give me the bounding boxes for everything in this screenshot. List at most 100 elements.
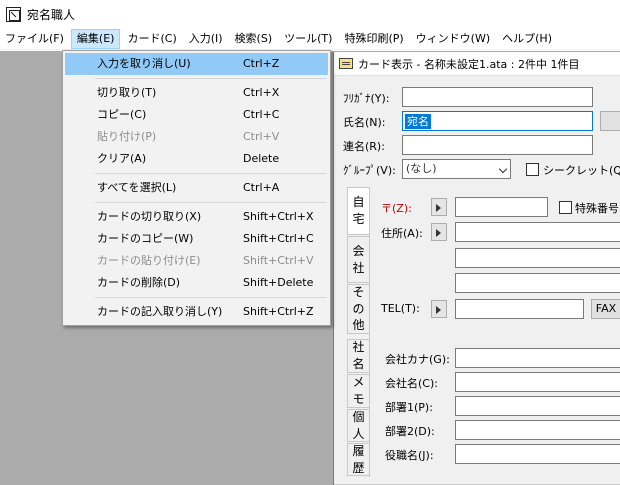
tab-other-char-2: の: [352, 301, 365, 316]
tab-home-char-1: 自: [352, 195, 365, 210]
menu-tools[interactable]: ツール(T): [279, 29, 337, 49]
tab-history-char-1: 履: [352, 443, 365, 458]
menu-item-select-all-shortcut: Ctrl+A: [243, 181, 280, 194]
tab-company-char-1: 会: [352, 243, 365, 258]
tab-other[interactable]: そ の 他: [347, 284, 369, 334]
menu-item-card-paste[interactable]: カードの貼り付け(E) Shift+Ctrl+V: [65, 250, 328, 272]
menu-separator: [95, 78, 326, 79]
menu-window[interactable]: ウィンドウ(W): [411, 29, 495, 49]
tab-memo-char-2: モ: [352, 392, 365, 406]
company-name-input[interactable]: [455, 372, 620, 392]
postal-arrow-button[interactable]: [431, 198, 447, 216]
menu-item-select-all-label: すべてを選択(L): [97, 181, 177, 194]
menu-item-paste[interactable]: 貼り付け(P) Ctrl+V: [65, 126, 328, 148]
menu-item-undo-label: 入力を取り消し(U): [97, 57, 191, 70]
menu-item-undo[interactable]: 入力を取り消し(U) Ctrl+Z: [65, 53, 328, 75]
tab-panel-divider: [369, 187, 370, 477]
joint-name-label: 連名(R):: [343, 140, 385, 153]
tel-arrow-button[interactable]: [431, 300, 447, 318]
card-window-title: カード表示 - 名称未設定1.ata : 2件中 1件目: [358, 57, 580, 71]
special-number-label: 特殊番号: [575, 202, 619, 215]
tab-company-char-2: 社: [352, 260, 365, 275]
tab-home[interactable]: 自 宅: [347, 187, 369, 235]
menu-help[interactable]: ヘルプ(H): [497, 29, 557, 49]
menu-item-cut-shortcut: Ctrl+X: [243, 86, 280, 99]
card-window: カード表示 - 名称未設定1.ata : 2件中 1件目 ﾌﾘｶﾞﾅ(Y): 氏…: [333, 52, 620, 485]
menu-item-card-delete-label: カードの削除(D): [97, 276, 181, 289]
menu-item-card-undo-shortcut: Shift+Ctrl+Z: [243, 305, 314, 318]
menu-item-paste-label: 貼り付け(P): [97, 130, 157, 143]
menu-item-cut-label: 切り取り(T): [97, 86, 157, 99]
dept2-input[interactable]: [455, 420, 620, 440]
tab-history-char-2: 歴: [352, 460, 365, 475]
menu-item-cut[interactable]: 切り取り(T) Ctrl+X: [65, 82, 328, 104]
menu-input[interactable]: 入力(I): [184, 29, 228, 49]
menu-separator: [95, 202, 326, 203]
group-select[interactable]: (なし): [402, 159, 511, 179]
tab-history[interactable]: 履 歴: [347, 443, 369, 476]
menu-item-card-cut-shortcut: Shift+Ctrl+X: [243, 210, 314, 223]
secret-checkbox[interactable]: [526, 163, 539, 176]
address-arrow-button[interactable]: [431, 223, 447, 241]
menu-item-card-cut-label: カードの切り取り(X): [97, 210, 202, 223]
menu-item-card-undo[interactable]: カードの記入取り消し(Y) Shift+Ctrl+Z: [65, 301, 328, 323]
furigana-label: ﾌﾘｶﾞﾅ(Y):: [343, 92, 390, 105]
address-input-2[interactable]: [455, 248, 620, 268]
tab-personal[interactable]: 個 人: [347, 409, 369, 442]
tel-label: TEL(T):: [381, 302, 420, 315]
menu-separator: [95, 173, 326, 174]
menu-search[interactable]: 検索(S): [230, 29, 278, 49]
menu-file[interactable]: ファイル(F): [0, 29, 69, 49]
tab-home-char-2: 宅: [352, 212, 365, 226]
tab-company-name-char-2: 名: [352, 357, 365, 371]
menu-item-paste-shortcut: Ctrl+V: [243, 130, 280, 143]
edit-menu-dropdown: 入力を取り消し(U) Ctrl+Z 切り取り(T) Ctrl+X コピー(C) …: [62, 50, 331, 326]
menu-item-copy-label: コピー(C): [97, 108, 147, 121]
menu-item-card-delete[interactable]: カードの削除(D) Shift+Delete: [65, 272, 328, 294]
address-label: 住所(A):: [381, 227, 423, 240]
menu-item-card-cut[interactable]: カードの切り取り(X) Shift+Ctrl+X: [65, 206, 328, 228]
dept1-input[interactable]: [455, 396, 620, 416]
tab-personal-char-2: 人: [352, 426, 365, 441]
postal-input[interactable]: [455, 197, 548, 217]
menu-special-print[interactable]: 特殊印刷(P): [339, 29, 408, 49]
tab-company-name[interactable]: 社 名: [347, 339, 369, 373]
menu-item-copy-shortcut: Ctrl+C: [243, 108, 280, 121]
tel-input[interactable]: [455, 299, 584, 319]
job-title-input[interactable]: [455, 444, 620, 464]
name-side-button[interactable]: [600, 111, 620, 131]
company-kana-label: 会社カナ(G):: [385, 353, 450, 366]
tab-company-name-char-1: 社: [352, 340, 365, 355]
company-name-label: 会社名(C):: [385, 377, 438, 390]
menubar: ファイル(F) 編集(E) カード(C) 入力(I) 検索(S) ツール(T) …: [0, 28, 620, 50]
card-icon: [339, 58, 353, 69]
address-input-1[interactable]: [455, 222, 620, 242]
tab-memo[interactable]: メ モ: [347, 374, 369, 408]
menu-item-undo-shortcut: Ctrl+Z: [243, 57, 280, 70]
furigana-input[interactable]: [402, 87, 593, 107]
menu-item-clear-label: クリア(A): [97, 152, 147, 165]
tab-company[interactable]: 会 社: [347, 236, 369, 283]
postal-label: 〒(Z):: [381, 202, 412, 215]
menu-item-copy[interactable]: コピー(C) Ctrl+C: [65, 104, 328, 126]
special-number-checkbox[interactable]: [559, 201, 572, 214]
card-window-titlebar[interactable]: カード表示 - 名称未設定1.ata : 2件中 1件目: [334, 52, 620, 76]
fax-button[interactable]: FAX: [591, 299, 620, 319]
app-icon: [6, 6, 21, 22]
tab-personal-char-1: 個: [352, 409, 365, 424]
address-input-3[interactable]: [455, 273, 620, 293]
chevron-down-icon: [498, 164, 508, 174]
company-kana-input[interactable]: [455, 348, 620, 368]
menu-item-card-copy-label: カードのコピー(W): [97, 232, 194, 245]
name-input[interactable]: 宛名: [402, 111, 593, 131]
group-label: ｸﾞﾙｰﾌﾟ(V):: [343, 164, 396, 177]
joint-name-input[interactable]: [402, 135, 593, 155]
menu-item-card-copy[interactable]: カードのコピー(W) Shift+Ctrl+C: [65, 228, 328, 250]
tab-other-char-3: 他: [352, 318, 365, 333]
menu-item-select-all[interactable]: すべてを選択(L) Ctrl+A: [65, 177, 328, 199]
menu-card[interactable]: カード(C): [122, 29, 181, 49]
menu-edit[interactable]: 編集(E): [70, 28, 121, 49]
menu-item-clear[interactable]: クリア(A) Delete: [65, 148, 328, 170]
job-title-label: 役職名(J):: [385, 449, 434, 462]
name-label: 氏名(N):: [343, 116, 386, 129]
